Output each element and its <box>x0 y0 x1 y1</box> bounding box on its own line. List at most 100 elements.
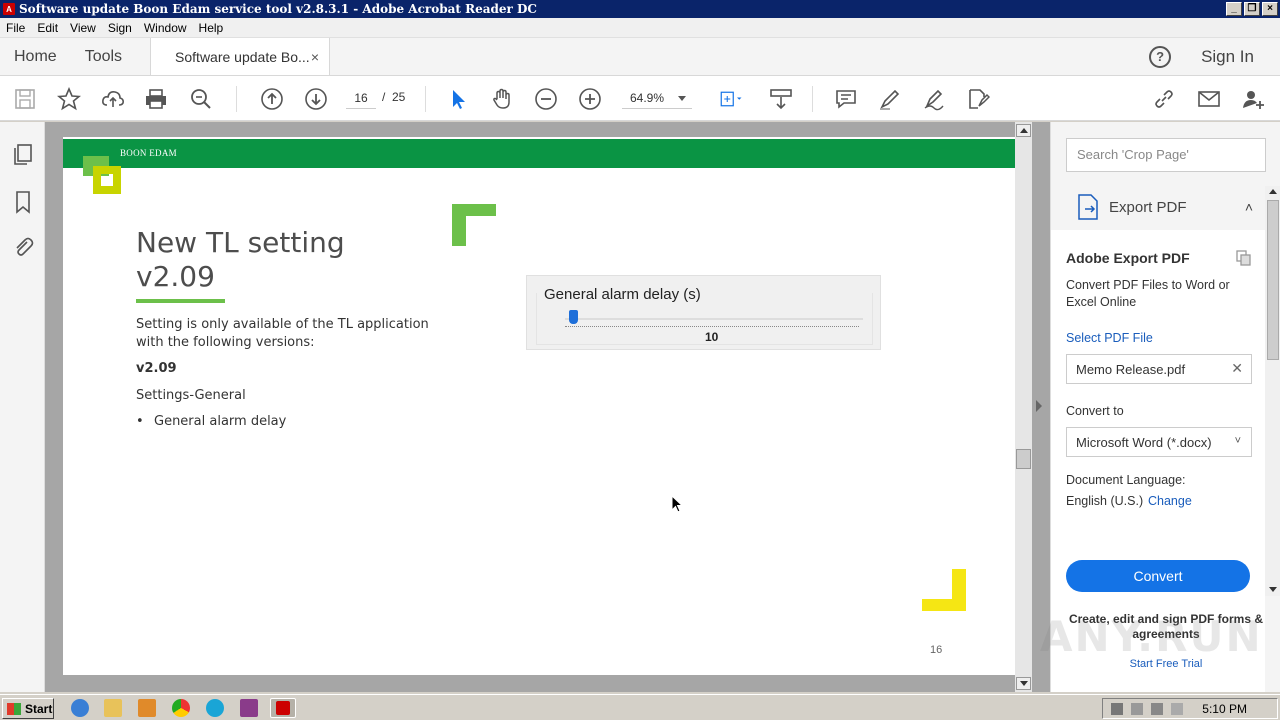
tab-row: Home Tools Software update Bo... × ? Sig… <box>0 38 1280 76</box>
document-language-value: English (U.S.) <box>1066 494 1144 508</box>
selected-file-name: Memo Release.pdf <box>1076 362 1186 377</box>
flag-icon[interactable] <box>1171 703 1183 715</box>
link-icon[interactable] <box>1151 86 1177 112</box>
acrobat-icon <box>276 701 290 715</box>
tab-home[interactable]: Home <box>0 38 71 75</box>
scroll-down-arrow[interactable] <box>1266 584 1280 596</box>
chevron-down-icon: ˅ <box>1234 435 1241 447</box>
scroll-thumb[interactable] <box>1016 449 1031 469</box>
slider-value: 10 <box>705 330 719 344</box>
section-text: Settings-General <box>136 388 246 403</box>
boon-edam-logo: BOON EDAM <box>120 148 177 158</box>
next-page-icon[interactable] <box>303 86 329 112</box>
change-language-link[interactable]: Change <box>1148 494 1192 508</box>
bullet-text: General alarm delay <box>154 414 287 429</box>
network-icon[interactable] <box>1151 703 1163 715</box>
decorative-corner-yellow <box>922 569 966 611</box>
clear-file-icon[interactable]: ✕ <box>1231 360 1243 377</box>
page-thumbnails-icon[interactable] <box>11 142 35 166</box>
close-tab-icon[interactable]: × <box>311 49 319 65</box>
zoom-in-icon[interactable] <box>577 86 603 112</box>
zoom-search-icon[interactable] <box>188 86 214 112</box>
document-scrollbar[interactable] <box>1015 122 1032 692</box>
menu-view[interactable]: View <box>64 21 102 35</box>
menu-edit[interactable]: Edit <box>31 21 64 35</box>
sign-pen-icon[interactable] <box>921 86 947 112</box>
volume-icon[interactable] <box>1131 703 1143 715</box>
comment-icon[interactable] <box>833 86 859 112</box>
scroll-mode-icon[interactable] <box>768 86 794 112</box>
selected-file-field[interactable]: Memo Release.pdf ✕ <box>1066 354 1252 384</box>
help-icon[interactable]: ? <box>1149 45 1172 68</box>
toolbar: 16 / 25 64.9% <box>0 76 1280 121</box>
edge-icon[interactable] <box>206 699 224 717</box>
left-navigation-pane <box>0 122 45 692</box>
menu-window[interactable]: Window <box>138 21 193 35</box>
menu-file[interactable]: File <box>0 21 31 35</box>
page-number-input[interactable]: 16 <box>346 87 376 109</box>
card-title: Adobe Export PDF <box>1066 250 1190 266</box>
ie-browser-icon[interactable] <box>71 699 89 717</box>
toolbar-divider <box>425 86 426 112</box>
tools-pane-scrollbar[interactable] <box>1265 186 1280 596</box>
collapse-right-pane-icon[interactable] <box>1036 400 1042 412</box>
mouse-cursor-icon <box>671 495 683 513</box>
archive-app-icon[interactable] <box>240 699 258 717</box>
export-pdf-label: Export PDF <box>1109 198 1187 216</box>
menu-help[interactable]: Help <box>193 21 230 35</box>
restore-button[interactable]: ❐ <box>1244 2 1260 16</box>
menu-sign[interactable]: Sign <box>102 21 138 35</box>
previous-page-icon[interactable] <box>259 86 285 112</box>
start-button[interactable]: Start <box>2 698 54 719</box>
save-icon[interactable] <box>12 86 38 112</box>
toolbar-divider <box>812 86 813 112</box>
tools-search-input[interactable]: Search 'Crop Page' <box>1066 138 1266 172</box>
tray-arrow-icon[interactable] <box>1111 703 1123 715</box>
convert-button[interactable]: Convert <box>1066 560 1250 592</box>
document-language-label: Document Language: <box>1066 473 1186 487</box>
zoom-out-icon[interactable] <box>533 86 559 112</box>
highlight-pen-icon[interactable] <box>877 86 903 112</box>
chevron-up-icon[interactable]: ˄ <box>1245 199 1253 215</box>
convert-to-dropdown[interactable]: Microsoft Word (*.docx) ˅ <box>1066 427 1252 457</box>
select-pdf-file-link[interactable]: Select PDF File <box>1066 331 1153 345</box>
sign-in-link[interactable]: Sign In <box>1201 47 1254 67</box>
scroll-down-arrow[interactable] <box>1016 677 1031 690</box>
scroll-thumb[interactable] <box>1267 200 1279 360</box>
close-button[interactable]: × <box>1262 2 1278 16</box>
upload-cloud-icon[interactable] <box>100 86 126 112</box>
scroll-up-arrow[interactable] <box>1266 186 1280 198</box>
fit-page-icon[interactable] <box>714 86 748 112</box>
tab-tools[interactable]: Tools <box>71 38 136 75</box>
menu-bar: File Edit View Sign Window Help <box>0 18 1280 38</box>
acrobat-taskbar-button[interactable] <box>270 698 296 718</box>
system-tray: 5:10 PM <box>1102 698 1278 719</box>
media-player-icon[interactable] <box>138 699 156 717</box>
fill-sign-icon[interactable] <box>965 86 991 112</box>
card-description: Convert PDF Files to Word or Excel Onlin… <box>1066 278 1230 309</box>
copy-icon[interactable] <box>1236 250 1252 266</box>
email-icon[interactable] <box>1196 86 1222 112</box>
print-icon[interactable] <box>143 86 169 112</box>
bookmark-star-icon[interactable] <box>56 86 82 112</box>
select-cursor-icon[interactable] <box>446 86 472 112</box>
total-pages: 25 <box>392 90 406 104</box>
acrobat-app-icon: A <box>3 3 15 15</box>
windows-logo-icon <box>7 702 21 715</box>
intro-text: Setting is only available of the TL appl… <box>136 317 429 350</box>
tab-document[interactable]: Software update Bo... × <box>150 38 331 75</box>
export-pdf-header[interactable]: Export PDF ˄ <box>1051 186 1263 228</box>
add-user-icon[interactable] <box>1240 86 1266 112</box>
attachments-icon[interactable] <box>11 235 35 259</box>
bookmarks-icon[interactable] <box>11 190 35 214</box>
convert-to-value: Microsoft Word (*.docx) <box>1076 435 1212 450</box>
tools-pane: Search 'Crop Page' Export PDF ˄ Adobe Ex… <box>1050 122 1280 692</box>
page-separator: / <box>382 90 386 104</box>
file-explorer-icon[interactable] <box>104 699 122 717</box>
scroll-up-arrow[interactable] <box>1016 124 1031 137</box>
bullet-mark: • <box>136 414 144 429</box>
chrome-icon[interactable] <box>172 699 190 717</box>
hand-tool-icon[interactable] <box>489 86 515 112</box>
zoom-level-dropdown[interactable]: 64.9% <box>622 87 692 109</box>
minimize-button[interactable]: _ <box>1226 2 1242 16</box>
